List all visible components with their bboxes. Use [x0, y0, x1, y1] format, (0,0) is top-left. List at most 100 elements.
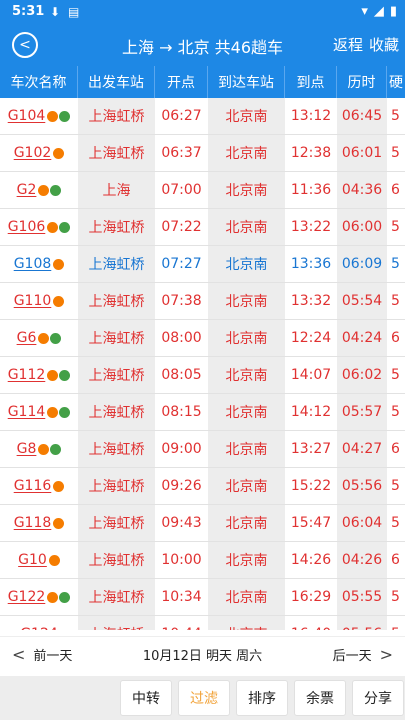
- departure-station-cell: 上海虹桥: [78, 431, 155, 467]
- hard-seat-cell: 6: [391, 330, 400, 346]
- table-row[interactable]: G112 上海虹桥 08:05 北京南 14:07 06:02 5: [0, 357, 405, 394]
- favorite-button[interactable]: 收藏: [369, 34, 399, 55]
- departure-station-cell: 上海虹桥: [78, 98, 155, 134]
- train-number-link[interactable]: G116: [14, 478, 52, 494]
- train-badges: [37, 332, 62, 344]
- train-number-link[interactable]: G2: [17, 182, 37, 198]
- departure-time-cell: 08:05: [161, 367, 202, 383]
- column-header-arrival[interactable]: 到点: [285, 66, 337, 98]
- train-number-cell[interactable]: G6: [0, 320, 78, 356]
- arrival-time-cell: 14:07: [290, 367, 332, 383]
- table-row[interactable]: G122 上海虹桥 10:34 北京南 16:29 05:55 5: [0, 579, 405, 616]
- train-number-cell[interactable]: G122: [0, 579, 78, 615]
- table-row[interactable]: G108 上海虹桥 07:27 北京南 13:36 06:09 5: [0, 246, 405, 283]
- column-header-train[interactable]: 车次名称: [0, 66, 78, 98]
- departure-time-cell: 06:27: [161, 108, 202, 124]
- duration-cell: 06:01: [337, 135, 387, 171]
- table-row[interactable]: G10 上海虹桥 10:00 北京南 14:26 04:26 6: [0, 542, 405, 579]
- departure-time-cell: 10:00: [161, 552, 202, 568]
- table-row[interactable]: G124 上海虹桥10:44北京南16:4005:565: [0, 616, 405, 630]
- share-button[interactable]: 分享: [352, 680, 404, 716]
- train-number-link[interactable]: G102: [14, 145, 52, 161]
- train-number-cell[interactable]: G112: [0, 357, 78, 393]
- column-header-duration[interactable]: 历时: [337, 66, 387, 98]
- duration-cell: 05:57: [337, 394, 387, 430]
- arrival-station-cell: 北京南: [208, 246, 285, 282]
- train-number-cell[interactable]: G10: [0, 542, 78, 578]
- train-number-link[interactable]: G124: [20, 626, 58, 630]
- column-header-hard-seat[interactable]: 硬: [387, 66, 405, 98]
- seat-type-orange-icon: [53, 147, 65, 159]
- departure-station-cell: 上海虹桥: [78, 579, 155, 615]
- departure-station-cell: 上海虹桥: [78, 505, 155, 541]
- departure-time-cell: 07:38: [161, 293, 202, 309]
- column-header-departure[interactable]: 开点: [155, 66, 208, 98]
- train-number-cell[interactable]: G102: [0, 135, 78, 171]
- train-number-cell[interactable]: G106: [0, 209, 78, 245]
- train-number-cell[interactable]: G124: [0, 616, 78, 630]
- table-row[interactable]: G2 上海 07:00 北京南 11:36 04:36 6: [0, 172, 405, 209]
- arrival-time-cell: 13:36: [290, 256, 332, 272]
- seat-type-orange-icon: [38, 184, 50, 196]
- departure-station-cell: 上海虹桥: [78, 283, 155, 319]
- column-header-to[interactable]: 到达车站: [208, 66, 285, 98]
- duration-cell: 06:04: [337, 505, 387, 541]
- train-number-cell[interactable]: G110: [0, 283, 78, 319]
- train-number-cell[interactable]: G116: [0, 468, 78, 504]
- arrival-station-cell: 北京南: [208, 98, 285, 134]
- train-number-link[interactable]: G114: [8, 404, 46, 420]
- train-number-link[interactable]: G8: [17, 441, 37, 457]
- table-row[interactable]: G102 上海虹桥 06:37 北京南 12:38 06:01 5: [0, 135, 405, 172]
- duration-cell: 04:27: [337, 431, 387, 467]
- table-row[interactable]: G116 上海虹桥 09:26 北京南 15:22 05:56 5: [0, 468, 405, 505]
- seat-type-orange-icon: [53, 480, 65, 492]
- train-number-cell[interactable]: G108: [0, 246, 78, 282]
- table-row[interactable]: G104 上海虹桥 06:27 北京南 13:12 06:45 5: [0, 98, 405, 135]
- train-number-link[interactable]: G122: [8, 589, 46, 605]
- hard-seat-cell: 6: [391, 441, 400, 457]
- train-badges: [37, 443, 62, 455]
- seat-type-orange-icon: [38, 332, 50, 344]
- transfer-button[interactable]: 中转: [120, 680, 172, 716]
- table-header: 车次名称 出发车站 开点 到达车站 到点 历时 硬: [0, 66, 405, 98]
- train-number-cell[interactable]: G104: [0, 98, 78, 134]
- next-day-button[interactable]: 后一天 >: [333, 645, 393, 664]
- train-number-cell[interactable]: G114: [0, 394, 78, 430]
- arrival-station-cell: 北京南: [208, 283, 285, 319]
- remaining-tickets-button[interactable]: 余票: [294, 680, 346, 716]
- table-row[interactable]: G106 上海虹桥 07:22 北京南 13:22 06:00 5: [0, 209, 405, 246]
- arrival-station-cell: 北京南: [208, 542, 285, 578]
- arrival-station-cell: 北京南: [208, 172, 285, 208]
- train-number-link[interactable]: G6: [17, 330, 37, 346]
- status-bar: 5:31 ⬇ ▤ ▾ ◢ ▮: [0, 0, 405, 24]
- train-number-cell[interactable]: G2: [0, 172, 78, 208]
- table-row[interactable]: G110 上海虹桥 07:38 北京南 13:32 05:54 5: [0, 283, 405, 320]
- train-number-link[interactable]: G110: [14, 293, 52, 309]
- return-trip-button[interactable]: 返程: [333, 34, 363, 55]
- departure-station-cell: 上海: [78, 172, 155, 208]
- train-number-link[interactable]: G108: [14, 256, 52, 272]
- hard-seat-cell: 5: [391, 256, 400, 272]
- train-number-link[interactable]: G112: [8, 367, 46, 383]
- sort-button[interactable]: 排序: [236, 680, 288, 716]
- seat-type-green-icon: [59, 406, 71, 418]
- filter-button[interactable]: 过滤: [178, 680, 230, 716]
- train-number-cell[interactable]: G8: [0, 431, 78, 467]
- train-number-cell[interactable]: G118: [0, 505, 78, 541]
- arrival-time-cell: 14:26: [290, 552, 332, 568]
- table-row[interactable]: G118 上海虹桥 09:43 北京南 15:47 06:04 5: [0, 505, 405, 542]
- hard-seat-cell: 5: [391, 108, 400, 124]
- train-number-link[interactable]: G118: [14, 515, 52, 531]
- departure-time-cell: 07:22: [161, 219, 202, 235]
- arrival-time-cell: 15:47: [290, 515, 332, 531]
- table-row[interactable]: G6 上海虹桥 08:00 北京南 12:24 04:24 6: [0, 320, 405, 357]
- seat-type-orange-icon: [53, 295, 65, 307]
- battery-icon: ▮: [389, 4, 397, 19]
- column-header-from[interactable]: 出发车站: [78, 66, 155, 98]
- table-row[interactable]: G114 上海虹桥 08:15 北京南 14:12 05:57 5: [0, 394, 405, 431]
- train-number-link[interactable]: G106: [8, 219, 46, 235]
- train-number-link[interactable]: G104: [8, 108, 46, 124]
- duration-cell: 05:55: [337, 579, 387, 615]
- train-number-link[interactable]: G10: [18, 552, 47, 568]
- table-row[interactable]: G8 上海虹桥 09:00 北京南 13:27 04:27 6: [0, 431, 405, 468]
